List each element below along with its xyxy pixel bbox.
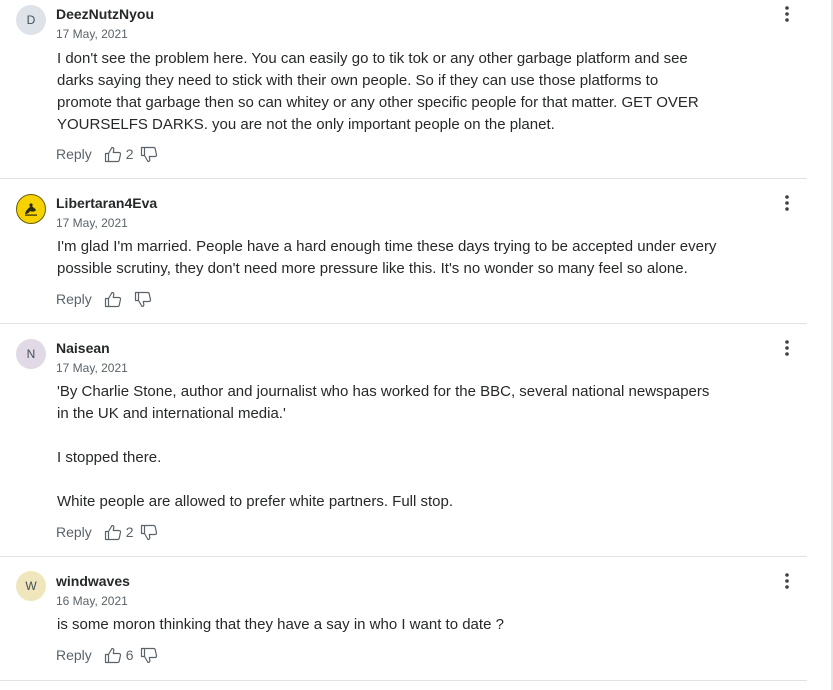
avatar[interactable]: N <box>16 339 46 369</box>
comment-date: 17 May, 2021 <box>56 216 128 230</box>
like-button[interactable]: 6 <box>104 647 140 664</box>
dislike-button[interactable] <box>140 524 158 541</box>
comment-date: 17 May, 2021 <box>56 27 128 41</box>
dislike-button[interactable] <box>140 647 158 664</box>
comment-item: W windwaves 16 May, 2021 is some moron t… <box>0 557 807 681</box>
username[interactable]: Libertaran4Eva <box>56 195 157 211</box>
thumbs-up-icon <box>104 291 122 308</box>
comment-body: I don't see the problem here. You can ea… <box>57 48 757 136</box>
comment-line: 'By Charlie Stone, author and journalist… <box>57 383 710 400</box>
dislike-button[interactable] <box>140 146 158 163</box>
comment-line: White people are allowed to prefer white… <box>57 493 454 510</box>
reply-button[interactable]: Reply <box>56 291 92 307</box>
like-button[interactable]: 2 <box>104 146 140 163</box>
comment-body: is some moron thinking that they have a … <box>57 614 757 636</box>
username[interactable]: DeezNutzNyou <box>56 6 154 22</box>
avatar[interactable]: W <box>16 571 46 601</box>
reply-button[interactable]: Reply <box>56 146 92 162</box>
comment-line: YOURSELFS DARKS. you are not the only im… <box>57 116 555 133</box>
avatar-letter: W <box>25 579 37 593</box>
dislike-button[interactable] <box>134 291 152 308</box>
comment-line: is some moron thinking that they have a … <box>57 616 504 633</box>
like-count: 6 <box>125 647 134 663</box>
avatar[interactable]: D <box>16 5 46 35</box>
like-button[interactable] <box>104 291 122 308</box>
like-button[interactable]: 2 <box>104 524 140 541</box>
comment-line: I don't see the problem here. You can ea… <box>57 50 688 67</box>
thumbs-down-icon <box>134 291 152 308</box>
thumbs-down-icon <box>140 524 158 541</box>
thumbs-down-icon <box>140 146 158 163</box>
comment-line: possible scrutiny, they don't need more … <box>57 260 688 277</box>
comment-line: in the UK and international media.' <box>57 405 286 422</box>
comment-line: darks saying they need to stick with the… <box>57 72 659 89</box>
kebab-menu-icon[interactable] <box>781 194 793 212</box>
comment-line: I'm glad I'm married. People have a hard… <box>57 238 717 255</box>
kebab-menu-icon[interactable] <box>781 5 793 23</box>
comment-date: 16 May, 2021 <box>56 594 128 608</box>
avatar[interactable] <box>16 194 46 224</box>
username[interactable]: windwaves <box>56 573 130 589</box>
avatar-letter: D <box>26 13 36 27</box>
comment-body: I'm glad I'm married. People have a hard… <box>57 236 777 280</box>
kebab-menu-icon[interactable] <box>781 572 793 590</box>
thumbs-down-icon <box>140 647 158 664</box>
comment-item: N Naisean 17 May, 2021 'By Charlie Stone… <box>0 324 807 557</box>
like-count: 2 <box>125 524 134 540</box>
comment-line: I stopped there. <box>57 449 162 466</box>
comment-line: promote that garbage then so can whitey … <box>57 94 699 111</box>
comment-item: Libertaran4Eva 17 May, 2021 I'm glad I'm… <box>0 179 807 324</box>
comment-actions: Reply 6 <box>56 645 158 665</box>
comment-date: 17 May, 2021 <box>56 361 128 375</box>
reply-button[interactable]: Reply <box>56 524 92 540</box>
thumbs-up-icon <box>104 647 122 664</box>
like-count: 2 <box>125 146 134 162</box>
comment-actions: Reply <box>56 289 152 309</box>
username[interactable]: Naisean <box>56 340 110 356</box>
thumbs-up-icon <box>104 146 122 163</box>
flag-avatar-icon <box>21 199 41 219</box>
reply-button[interactable]: Reply <box>56 647 92 663</box>
comment-item: D DeezNutzNyou 17 May, 2021 I don't see … <box>0 0 807 179</box>
thumbs-up-icon <box>104 524 122 541</box>
comment-actions: Reply 2 <box>56 144 158 164</box>
avatar-letter: N <box>26 347 36 361</box>
kebab-menu-icon[interactable] <box>781 339 793 357</box>
comment-body: 'By Charlie Stone, author and journalist… <box>57 381 757 513</box>
comment-actions: Reply 2 <box>56 522 158 542</box>
